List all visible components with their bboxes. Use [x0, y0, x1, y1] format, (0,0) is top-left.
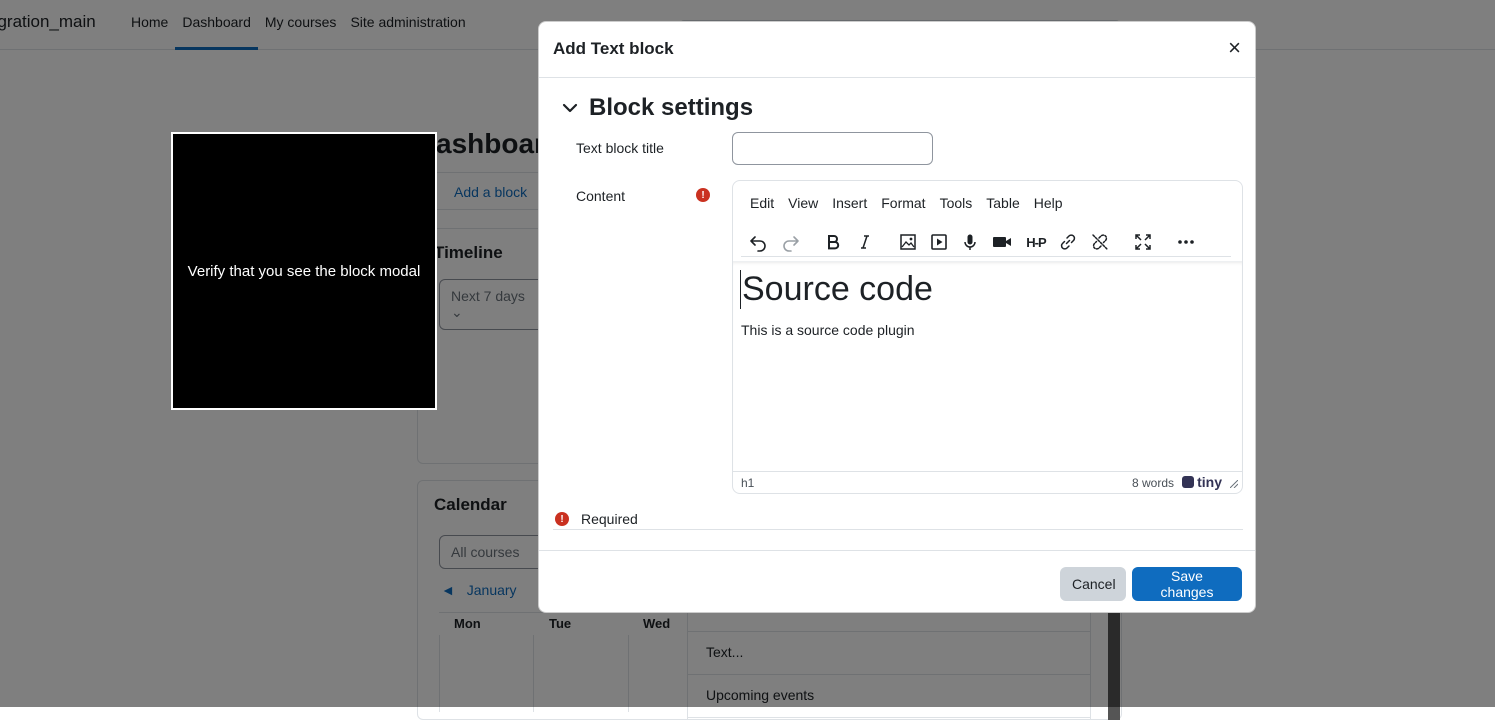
menu-format[interactable]: Format	[874, 195, 932, 211]
video-camera-icon	[993, 237, 1011, 247]
fullscreen-button[interactable]	[1130, 229, 1156, 255]
text-block-title-input[interactable]	[732, 132, 933, 165]
menu-edit[interactable]: Edit	[743, 195, 781, 211]
add-text-block-modal: Add Text block × Block settings Text blo…	[538, 21, 1256, 613]
image-button[interactable]	[895, 229, 921, 255]
tiny-brand-link[interactable]: tiny	[1182, 474, 1222, 490]
bold-button[interactable]	[820, 229, 846, 255]
menu-tools[interactable]: Tools	[933, 195, 980, 211]
editor-paragraph[interactable]: This is a source code plugin	[741, 322, 915, 338]
menu-view[interactable]: View	[781, 195, 825, 211]
editor-menubar: Edit View Insert Format Tools Table Help	[743, 195, 1070, 211]
cancel-button[interactable]: Cancel	[1060, 567, 1126, 601]
required-icon: !	[555, 512, 569, 526]
menu-help[interactable]: Help	[1027, 195, 1070, 211]
editor-toolbar: H-P	[741, 225, 1231, 257]
media-icon	[931, 234, 947, 250]
link-icon	[1060, 234, 1076, 250]
chevron-down-icon	[562, 103, 578, 113]
element-path[interactable]: h1	[741, 476, 754, 490]
tiny-logo-icon	[1182, 476, 1195, 488]
menu-insert[interactable]: Insert	[825, 195, 874, 211]
h5p-button[interactable]: H-P	[1021, 229, 1051, 255]
image-icon	[900, 234, 916, 250]
resize-handle-icon[interactable]	[1230, 480, 1238, 488]
record-video-button[interactable]	[989, 229, 1015, 255]
unlink-icon	[1092, 234, 1108, 250]
italic-icon	[861, 235, 869, 249]
block-settings-toggle[interactable]: Block settings	[559, 94, 753, 122]
bold-icon	[828, 235, 840, 250]
italic-button[interactable]	[852, 229, 878, 255]
save-changes-button[interactable]: Save changes	[1132, 567, 1242, 601]
tiny-brand-label: tiny	[1197, 474, 1222, 490]
required-legend: ! Required	[553, 510, 1243, 530]
verify-overlay-text: Verify that you see the block modal	[187, 262, 421, 280]
redo-icon	[783, 236, 799, 252]
modal-footer: Cancel Save changes	[539, 550, 1255, 612]
media-button[interactable]	[926, 229, 952, 255]
microphone-icon	[964, 234, 976, 250]
fullscreen-icon	[1135, 234, 1151, 250]
close-icon[interactable]: ×	[1228, 37, 1241, 59]
word-count[interactable]: 8 words	[1132, 476, 1174, 490]
link-button[interactable]	[1055, 229, 1081, 255]
rich-text-editor: Edit View Insert Format Tools Table Help	[732, 180, 1243, 494]
record-audio-button[interactable]	[957, 229, 983, 255]
h5p-icon: H-P	[1026, 234, 1046, 250]
editor-content-area[interactable]: Source code This is a source code plugin	[733, 261, 1242, 471]
editor-statusbar: h1 8 words tiny	[733, 471, 1242, 494]
section-title: Block settings	[589, 94, 754, 121]
modal-header: Add Text block ×	[539, 22, 1255, 78]
text-block-title-label: Text block title	[576, 140, 664, 156]
undo-button[interactable]	[745, 229, 771, 255]
required-label: Required	[581, 511, 638, 527]
redo-button[interactable]	[778, 229, 804, 255]
editor-heading[interactable]: Source code	[740, 270, 933, 309]
required-icon: !	[696, 188, 710, 202]
more-icon	[1178, 240, 1194, 244]
content-label: Content	[576, 188, 626, 204]
menu-table[interactable]: Table	[979, 195, 1026, 211]
verify-overlay: Verify that you see the block modal	[171, 132, 437, 410]
unlink-button[interactable]	[1087, 229, 1113, 255]
more-button[interactable]	[1173, 229, 1199, 255]
modal-title: Add Text block	[553, 39, 674, 58]
undo-icon	[750, 236, 766, 252]
